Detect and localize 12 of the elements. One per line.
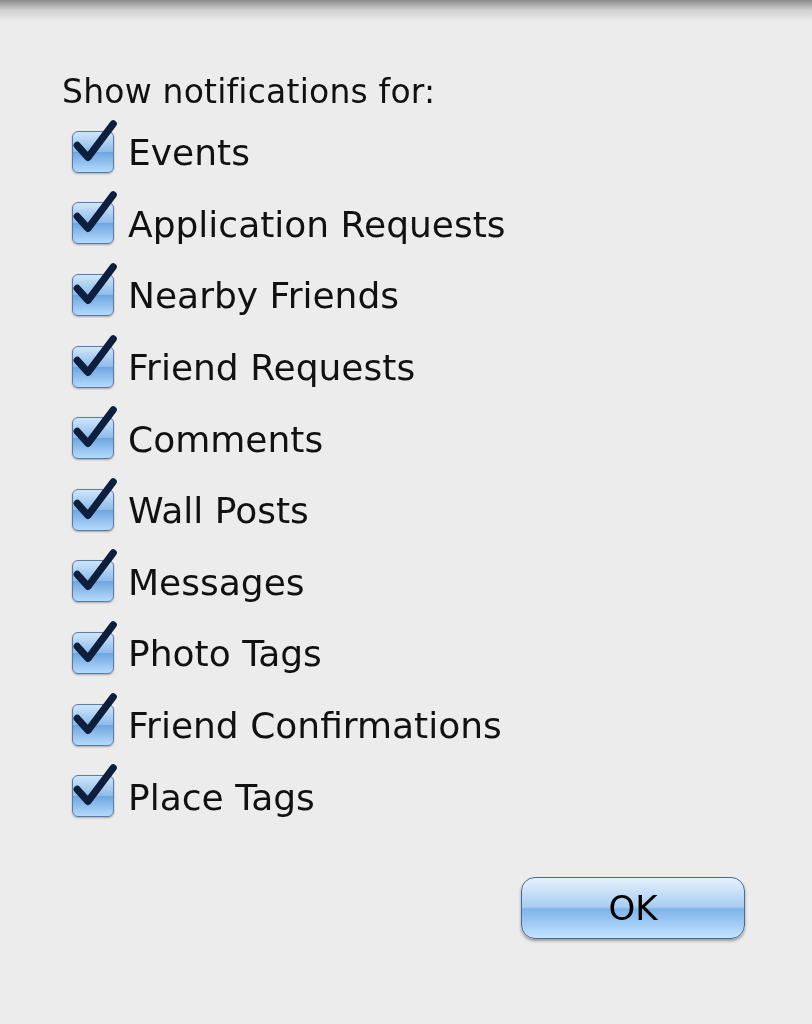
option-label: Nearby Friends	[128, 275, 399, 317]
option-label: Friend Requests	[128, 347, 416, 389]
option-label: Friend Confirmations	[128, 705, 502, 747]
option-label: Events	[128, 132, 250, 174]
option-label: Photo Tags	[128, 633, 322, 675]
option-label: Messages	[128, 561, 305, 603]
option-label: Comments	[128, 418, 324, 460]
option-label: Wall Posts	[128, 490, 309, 532]
option-label: Place Tags	[128, 776, 315, 818]
heading: Show notifications for:	[62, 72, 437, 111]
option-label: Application Requests	[128, 203, 506, 245]
ok-button[interactable]: OK	[521, 876, 745, 939]
